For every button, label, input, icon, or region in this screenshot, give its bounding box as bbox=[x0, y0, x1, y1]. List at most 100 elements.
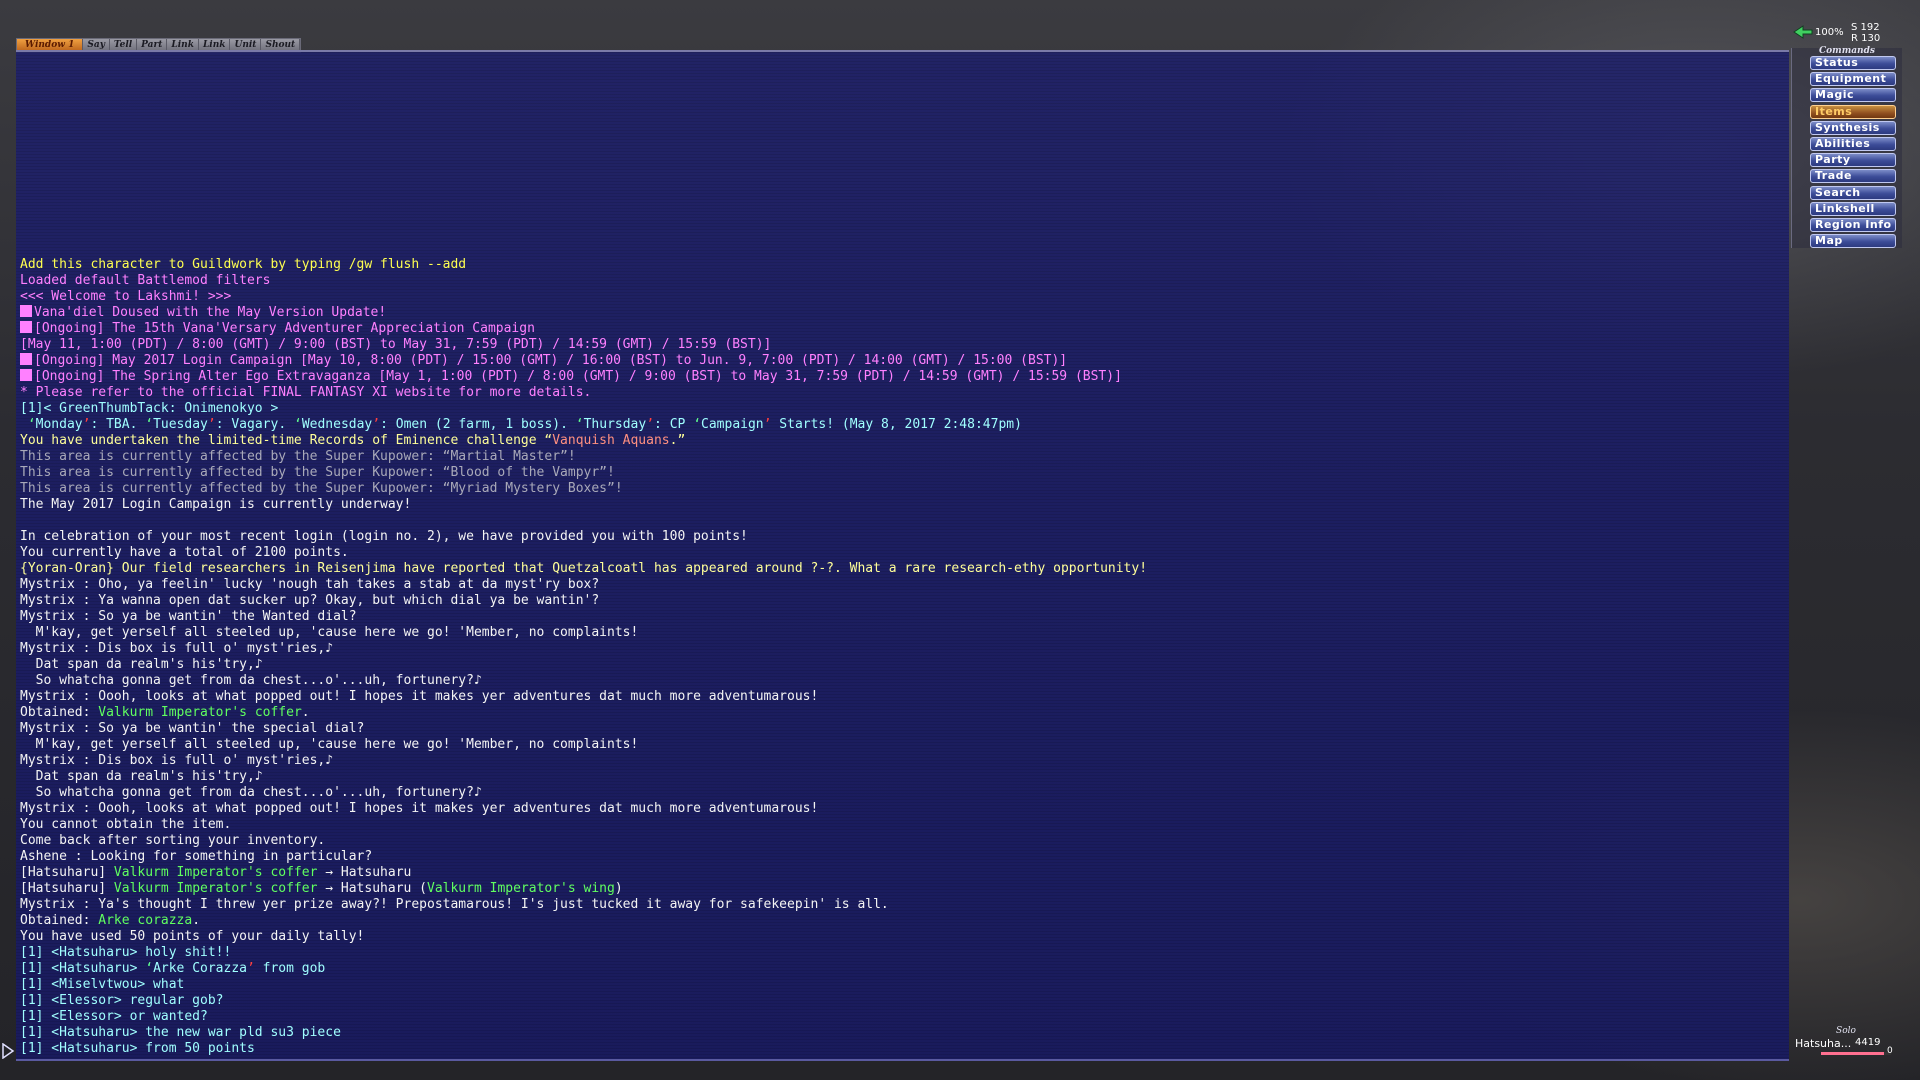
chat-log-window[interactable]: Add this character to Guildwork by typin… bbox=[16, 50, 1789, 1061]
chat-segment: : Omen (2 farm, 1 boss). bbox=[380, 417, 576, 432]
chat-line: M'kay, get yerself all steeled up, 'caus… bbox=[20, 625, 1785, 641]
command-equipment[interactable]: Equipment bbox=[1810, 72, 1896, 87]
chat-line: Mystrix : So ya be wantin' the Wanted di… bbox=[20, 609, 1785, 625]
chat-segment: Come back after sorting your inventory. bbox=[20, 833, 326, 848]
chat-segment: In celebration of your most recent login… bbox=[20, 529, 748, 544]
chat-line: Obtained: Arke corazza. bbox=[20, 913, 1785, 929]
chat-line: ‘Monday’: TBA. ‘Tuesday’: Vagary. ‘Wedne… bbox=[20, 417, 1785, 433]
chat-segment: from gob bbox=[254, 961, 326, 976]
chat-segment: → Hatsuharu bbox=[317, 865, 412, 880]
party-hp-bar bbox=[1821, 1052, 1891, 1055]
command-items[interactable]: Items bbox=[1810, 104, 1896, 119]
chat-segment: [Ongoing] The Spring Alter Ego Extravaga… bbox=[34, 369, 1122, 384]
chat-segment: .” bbox=[669, 433, 686, 448]
chat-line: [Hatsuharu] Valkurm Imperator's coffer →… bbox=[20, 881, 1785, 897]
chat-segment: [1] <Hatsuharu> bbox=[20, 961, 146, 976]
commands-menu: Commands Status Equipment Magic Items Synthe… bbox=[1791, 46, 1902, 249]
chat-line: [Ongoing] The Spring Alter Ego Extravaga… bbox=[20, 369, 1785, 385]
chat-line: Mystrix : Oho, ya feelin' lucky 'nough t… bbox=[20, 577, 1785, 593]
chat-segment: ) bbox=[614, 881, 623, 896]
chat-line: Loaded default Battlemod filters bbox=[20, 273, 1785, 289]
chat-segment: [1] <Elessor> regular gob? bbox=[20, 993, 224, 1008]
chat-line: M'kay, get yerself all steeled up, 'caus… bbox=[20, 737, 1785, 753]
command-trade[interactable]: Trade bbox=[1810, 169, 1896, 184]
chat-segment: [Ongoing] May 2017 Login Campaign [May 1… bbox=[34, 353, 1068, 368]
chat-input-arrow-icon[interactable] bbox=[1, 1043, 15, 1059]
chat-segment: So whatcha gonna get from da chest...o'.… bbox=[20, 785, 482, 800]
chat-line: You have used 50 points of your daily ta… bbox=[20, 929, 1785, 945]
chat-segment: Valkurm Imperator's coffer bbox=[113, 881, 318, 896]
chat-line: Mystrix : Oooh, looks at what popped out… bbox=[20, 689, 1785, 705]
chat-segment: [Hatsuharu] bbox=[20, 865, 114, 880]
chat-line: Vana'diel Doused with the May Version Up… bbox=[20, 305, 1785, 321]
command-region-info[interactable]: Region Info bbox=[1810, 218, 1896, 232]
chat-line: The May 2017 Login Campaign is currently… bbox=[20, 497, 1785, 513]
chat-segment: ’ bbox=[207, 417, 216, 432]
chat-segment: M'kay, get yerself all steeled up, 'caus… bbox=[20, 737, 639, 752]
chat-segment: You have used 50 points of your daily ta… bbox=[20, 929, 365, 944]
chat-line: This area is currently affected by the S… bbox=[20, 449, 1785, 465]
chat-line: You currently have a total of 2100 point… bbox=[20, 545, 1785, 561]
chat-line: You have undertaken the limited-time Rec… bbox=[20, 433, 1785, 449]
chat-line: Mystrix : Ya wanna open dat sucker up? O… bbox=[20, 593, 1785, 609]
party-member-hp: 4419 bbox=[1855, 1037, 1881, 1048]
chat-segment: Valkurm Imperator's wing bbox=[427, 881, 615, 896]
chat-segment: Mystrix : Dis box is full o' myst'ries,♪ bbox=[20, 641, 334, 656]
party-title: Solo bbox=[1836, 1026, 1856, 1036]
chat-segment: [1] <Hatsuharu> from 50 points bbox=[20, 1041, 255, 1056]
chat-segment: This area is currently affected by the S… bbox=[20, 465, 615, 480]
hud-r-value: R 130 bbox=[1851, 33, 1881, 44]
chat-line: Mystrix : Ya's thought I threw yer prize… bbox=[20, 897, 1785, 913]
chat-line: Come back after sorting your inventory. bbox=[20, 833, 1785, 849]
command-linkshell[interactable]: Linkshell bbox=[1810, 201, 1896, 216]
chat-segment: Arke Corazza bbox=[153, 961, 247, 976]
chat-segment: Mystrix : Oooh, looks at what popped out… bbox=[20, 689, 819, 704]
chat-line: [May 11, 1:00 (PDT) / 8:00 (GMT) / 9:00 … bbox=[20, 337, 1785, 353]
chat-segment: Thursday bbox=[583, 417, 647, 432]
chat-line: Mystrix : Oooh, looks at what popped out… bbox=[20, 801, 1785, 817]
chat-segment: Monday bbox=[35, 417, 83, 432]
chat-line: Mystrix : Dis box is full o' myst'ries,♪ bbox=[20, 641, 1785, 657]
chat-line: So whatcha gonna get from da chest...o'.… bbox=[20, 673, 1785, 689]
chat-line: * Please refer to the official FINAL FAN… bbox=[20, 385, 1785, 401]
chat-segment: This area is currently affected by the S… bbox=[20, 449, 576, 464]
chat-line: Mystrix : Dis box is full o' myst'ries,♪ bbox=[20, 753, 1785, 769]
chat-segment: ‘ bbox=[145, 961, 154, 976]
chat-segment: . bbox=[301, 705, 310, 720]
command-abilities[interactable]: Abilities bbox=[1810, 137, 1896, 151]
chat-line: [1] <Elessor> regular gob? bbox=[20, 993, 1785, 1009]
chat-segment: ‘ bbox=[145, 417, 154, 432]
chat-line: [1] <Hatsuharu> holy shit!! bbox=[20, 945, 1785, 961]
chat-segment: You currently have a total of 2100 point… bbox=[20, 545, 349, 560]
chat-segment: ’ bbox=[246, 961, 255, 976]
news-bullet-icon bbox=[20, 321, 32, 333]
chat-segment: So whatcha gonna get from da chest...o'.… bbox=[20, 673, 482, 688]
chat-segment: Arke corazza bbox=[98, 913, 193, 928]
news-bullet-icon bbox=[20, 305, 32, 317]
chat-line: Add this character to Guildwork by typin… bbox=[20, 257, 1785, 273]
command-search[interactable]: Search bbox=[1810, 185, 1896, 200]
chat-line: [Ongoing] May 2017 Login Campaign [May 1… bbox=[20, 353, 1785, 369]
chat-segment: Dat span da realm's his'try,♪ bbox=[20, 657, 263, 672]
chat-segment: Campaign bbox=[701, 417, 764, 432]
chat-segment: <<< Welcome to Lakshmi! >>> bbox=[20, 289, 232, 304]
chat-line: Mystrix : So ya be wantin' the special d… bbox=[20, 721, 1785, 737]
news-bullet-icon bbox=[20, 369, 32, 381]
chat-line: [1]< GreenThumbTack: Onimenokyo > bbox=[20, 401, 1785, 417]
command-map[interactable]: Map bbox=[1810, 234, 1896, 249]
chat-segment: [May 11, 1:00 (PDT) / 8:00 (GMT) / 9:00 … bbox=[20, 337, 772, 352]
chat-segment: [1] <Elessor> or wanted? bbox=[20, 1009, 208, 1024]
command-status[interactable]: Status bbox=[1810, 56, 1896, 70]
chat-line: Dat span da realm's his'try,♪ bbox=[20, 769, 1785, 785]
party-hp-fill bbox=[1821, 1052, 1884, 1055]
command-magic[interactable]: Magic bbox=[1810, 88, 1896, 103]
chat-segment: : Vagary. bbox=[215, 417, 294, 432]
chat-segment: Valkurm Imperator's coffer bbox=[98, 705, 302, 720]
command-synthesis[interactable]: Synthesis bbox=[1810, 120, 1896, 135]
party-member-name[interactable]: Hatsuha... bbox=[1795, 1037, 1851, 1050]
chat-segment: : TBA. bbox=[90, 417, 146, 432]
command-party[interactable]: Party bbox=[1810, 153, 1896, 168]
commands-title: Commands bbox=[1819, 46, 1875, 56]
chat-segment: {Yoran-Oran} Our field researchers in Re… bbox=[20, 561, 1148, 576]
chat-segment: Wednesday bbox=[301, 417, 373, 432]
